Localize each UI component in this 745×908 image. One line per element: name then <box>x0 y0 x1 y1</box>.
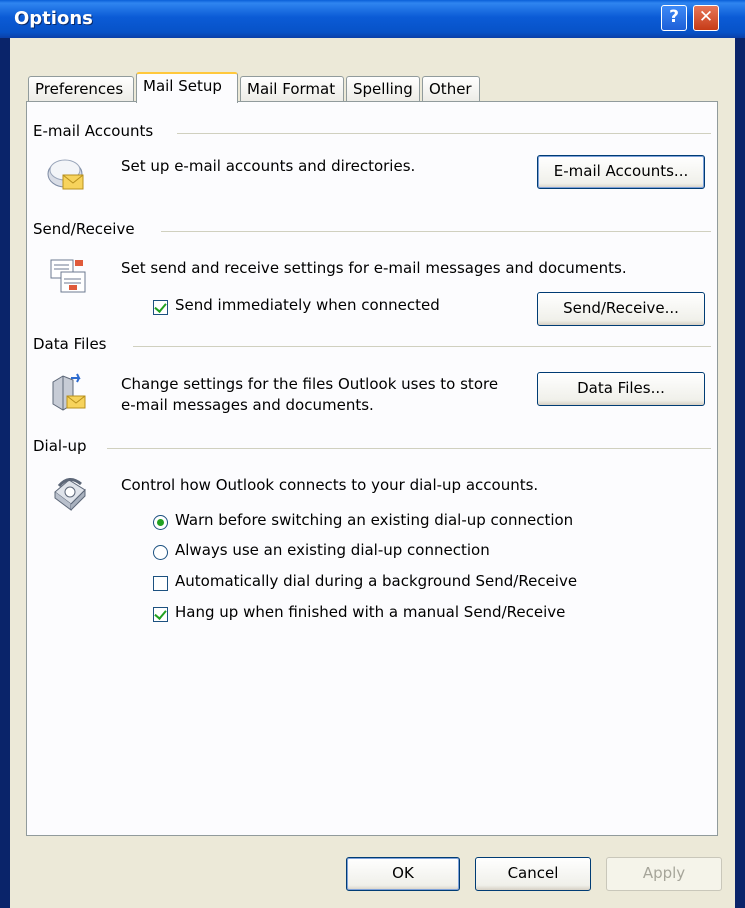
auto-dial-label[interactable]: Automatically dial during a background S… <box>175 572 577 590</box>
help-button[interactable]: ? <box>661 5 687 31</box>
email-accounts-description: Set up e-mail accounts and directories. <box>121 157 416 175</box>
cancel-button[interactable]: Cancel <box>475 857 591 891</box>
dialog-body: Preferences Mail Setup Mail Format Spell… <box>10 38 735 908</box>
apply-button: Apply <box>606 857 722 891</box>
tab-mail-setup[interactable]: Mail Setup <box>136 72 238 103</box>
dialup-phone-icon <box>54 478 86 511</box>
group-divider <box>177 133 711 134</box>
warn-before-switching-label[interactable]: Warn before switching an existing dial-u… <box>175 511 573 529</box>
mail-setup-panel: E-mail Accounts Set up e-mail accounts a… <box>26 101 718 836</box>
tab-mail-format[interactable]: Mail Format <box>240 76 344 102</box>
email-accounts-heading: E-mail Accounts <box>33 122 160 140</box>
dialog-footer: OK Cancel Apply <box>10 836 735 908</box>
tab-other[interactable]: Other <box>422 76 480 102</box>
always-use-existing-label[interactable]: Always use an existing dial-up connectio… <box>175 541 490 559</box>
dialup-heading: Dial-up <box>33 437 93 455</box>
email-accounts-icon <box>47 159 84 190</box>
email-accounts-button[interactable]: E-mail Accounts... <box>537 155 705 189</box>
dialup-description: Control how Outlook connects to your dia… <box>121 476 539 494</box>
send-receive-button[interactable]: Send/Receive... <box>537 292 705 326</box>
data-files-description-2: e-mail messages and documents. <box>121 396 374 414</box>
hang-up-label[interactable]: Hang up when finished with a manual Send… <box>175 603 565 621</box>
send-immediately-label[interactable]: Send immediately when connected <box>175 296 440 314</box>
close-button[interactable]: ✕ <box>693 5 719 31</box>
group-divider <box>161 231 711 232</box>
auto-dial-checkbox[interactable] <box>153 576 168 591</box>
title-bar[interactable]: Options ? ✕ <box>0 0 745 38</box>
tab-preferences[interactable]: Preferences <box>28 76 134 102</box>
window-title: Options <box>14 8 93 29</box>
always-use-existing-radio[interactable] <box>153 545 168 560</box>
ok-button[interactable]: OK <box>346 857 460 891</box>
send-immediately-checkbox[interactable] <box>153 300 168 315</box>
send-receive-heading: Send/Receive <box>33 220 141 238</box>
data-files-button[interactable]: Data Files... <box>537 372 705 406</box>
data-files-icon <box>52 373 86 411</box>
group-divider <box>133 346 711 347</box>
group-divider <box>107 448 711 449</box>
data-files-heading: Data Files <box>33 335 113 353</box>
options-dialog: Options ? ✕ Preferences Mail Setup Mail … <box>0 0 745 908</box>
hang-up-checkbox[interactable] <box>153 607 168 622</box>
tab-spelling[interactable]: Spelling <box>346 76 420 102</box>
send-receive-icon <box>50 259 86 293</box>
data-files-description-1: Change settings for the files Outlook us… <box>121 375 499 393</box>
send-receive-description: Set send and receive settings for e-mail… <box>121 259 627 277</box>
warn-before-switching-radio[interactable] <box>153 515 168 530</box>
